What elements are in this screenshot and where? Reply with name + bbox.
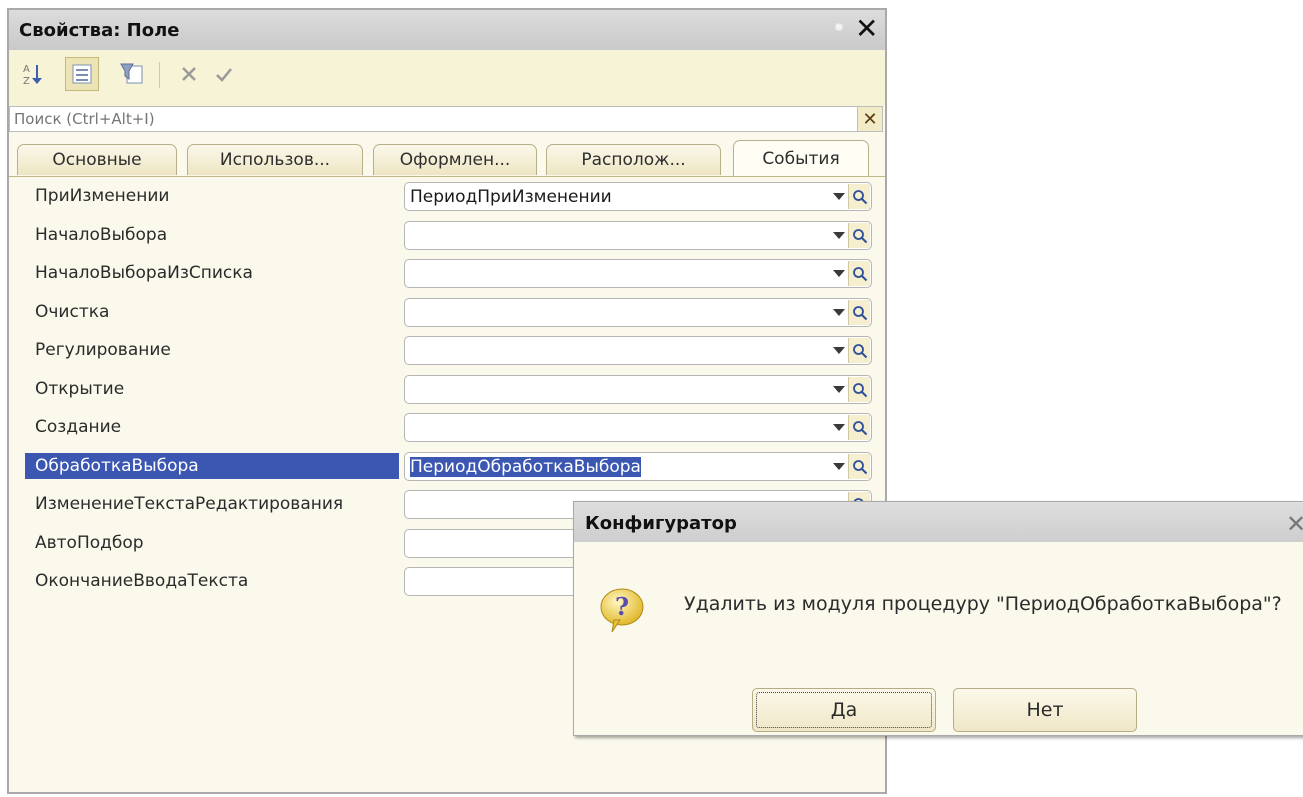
dialog-title: Конфигуратор bbox=[585, 513, 737, 534]
event-row[interactable]: Создание bbox=[9, 412, 885, 442]
tab-label: Основные bbox=[52, 150, 142, 170]
handler-field[interactable] bbox=[404, 413, 872, 442]
pin-icon[interactable] bbox=[835, 23, 843, 31]
search-clear-icon[interactable]: ✕ bbox=[857, 107, 882, 131]
open-handler-icon[interactable] bbox=[848, 415, 870, 440]
event-name[interactable]: ИзменениеТекстаРедактирования bbox=[25, 491, 399, 517]
open-handler-icon[interactable] bbox=[848, 261, 870, 286]
event-row[interactable]: Открытие bbox=[9, 374, 885, 404]
panel-title: Свойства: Поле bbox=[19, 20, 180, 41]
yes-button[interactable]: Да bbox=[752, 688, 936, 732]
dialog-close-icon[interactable]: ✕ bbox=[1286, 510, 1303, 538]
event-name[interactable]: Регулирование bbox=[25, 337, 399, 363]
confirm-dialog: Конфигуратор ✕ ? Удалить из модуля проце… bbox=[573, 501, 1303, 736]
delete-icon[interactable] bbox=[172, 57, 206, 91]
event-name[interactable]: АвтоПодбор bbox=[25, 530, 399, 556]
dropdown-arrow-icon[interactable] bbox=[829, 340, 849, 361]
open-handler-icon[interactable] bbox=[848, 300, 870, 325]
apply-check-icon[interactable] bbox=[207, 57, 241, 91]
tab-label: Оформлен... bbox=[399, 150, 511, 170]
tab-usage[interactable]: Использов... bbox=[187, 144, 363, 175]
handler-field[interactable] bbox=[404, 221, 872, 250]
tab-strip: Основные Использов... Оформлен... Распол… bbox=[9, 138, 885, 177]
panel-toolbar: A Z bbox=[9, 50, 885, 106]
dropdown-arrow-icon[interactable] bbox=[829, 302, 849, 323]
handler-field[interactable] bbox=[404, 298, 872, 327]
event-name[interactable]: ОкончаниеВводаТекста bbox=[25, 568, 399, 594]
yes-button-label: Да bbox=[830, 699, 858, 721]
event-row[interactable]: Регулирование bbox=[9, 335, 885, 365]
toolbar-separator bbox=[159, 62, 160, 88]
dropdown-arrow-icon[interactable] bbox=[829, 263, 849, 284]
event-name[interactable]: ОбработкаВыбора bbox=[25, 453, 399, 479]
open-handler-icon[interactable] bbox=[848, 377, 870, 402]
dropdown-arrow-icon[interactable] bbox=[829, 456, 849, 477]
handler-field[interactable] bbox=[404, 259, 872, 288]
open-handler-icon[interactable] bbox=[848, 184, 870, 209]
search-box: ✕ bbox=[9, 106, 883, 132]
handler-field[interactable]: ПериодОбработкаВыбора bbox=[404, 452, 872, 481]
tab-label: Использов... bbox=[219, 150, 331, 170]
search-input[interactable] bbox=[10, 107, 858, 131]
open-handler-icon[interactable] bbox=[848, 338, 870, 363]
event-name[interactable]: ПриИзменении bbox=[25, 183, 399, 209]
event-row[interactable]: Очистка bbox=[9, 297, 885, 327]
dropdown-arrow-icon[interactable] bbox=[829, 186, 849, 207]
dropdown-arrow-icon[interactable] bbox=[829, 379, 849, 400]
dialog-title-bar[interactable]: Конфигуратор ✕ bbox=[574, 502, 1303, 542]
event-name[interactable]: Открытие bbox=[25, 376, 399, 402]
panel-title-bar[interactable]: Свойства: Поле ✕ bbox=[9, 10, 885, 50]
handler-value: ПериодОбработкаВыбора bbox=[410, 457, 641, 477]
event-name[interactable]: НачалоВыбора bbox=[25, 222, 399, 248]
dropdown-arrow-icon[interactable] bbox=[829, 417, 849, 438]
tab-events[interactable]: События bbox=[733, 140, 869, 176]
event-row[interactable]: ПриИзменении ПериодПриИзменении bbox=[9, 181, 885, 211]
event-row[interactable]: НачалоВыбора bbox=[9, 220, 885, 250]
handler-value: ПериодПриИзменении bbox=[410, 187, 612, 207]
event-name[interactable]: Создание bbox=[25, 414, 399, 440]
tab-label: Располож... bbox=[581, 150, 686, 170]
svg-text:A: A bbox=[23, 64, 30, 75]
tab-label: События bbox=[762, 148, 840, 169]
event-name[interactable]: Очистка bbox=[25, 299, 399, 325]
dialog-message: Удалить из модуля процедуру "ПериодОбраб… bbox=[684, 593, 1282, 615]
close-icon[interactable]: ✕ bbox=[855, 14, 878, 44]
question-icon: ? bbox=[598, 586, 646, 641]
handler-field[interactable] bbox=[404, 336, 872, 365]
open-handler-icon[interactable] bbox=[848, 223, 870, 248]
sort-alphabetical-icon[interactable]: A Z bbox=[17, 57, 51, 91]
open-handler-icon[interactable] bbox=[848, 454, 870, 479]
event-row[interactable]: НачалоВыбораИзСписка bbox=[9, 258, 885, 288]
tab-layout[interactable]: Располож... bbox=[546, 144, 721, 175]
tab-main[interactable]: Основные bbox=[17, 144, 177, 175]
no-button[interactable]: Нет bbox=[953, 688, 1137, 732]
event-name[interactable]: НачалоВыбораИзСписка bbox=[25, 260, 399, 286]
dropdown-arrow-icon[interactable] bbox=[829, 225, 849, 246]
no-button-label: Нет bbox=[1026, 699, 1064, 721]
svg-text:?: ? bbox=[615, 592, 629, 621]
svg-text:Z: Z bbox=[23, 76, 30, 87]
handler-field[interactable]: ПериодПриИзменении bbox=[404, 182, 872, 211]
categories-icon[interactable] bbox=[65, 57, 99, 91]
filter-icon[interactable] bbox=[115, 57, 149, 91]
handler-field[interactable] bbox=[404, 375, 872, 404]
tab-appearance[interactable]: Оформлен... bbox=[373, 144, 537, 175]
event-row[interactable]: ОбработкаВыбора ПериодОбработкаВыбора bbox=[9, 451, 885, 481]
